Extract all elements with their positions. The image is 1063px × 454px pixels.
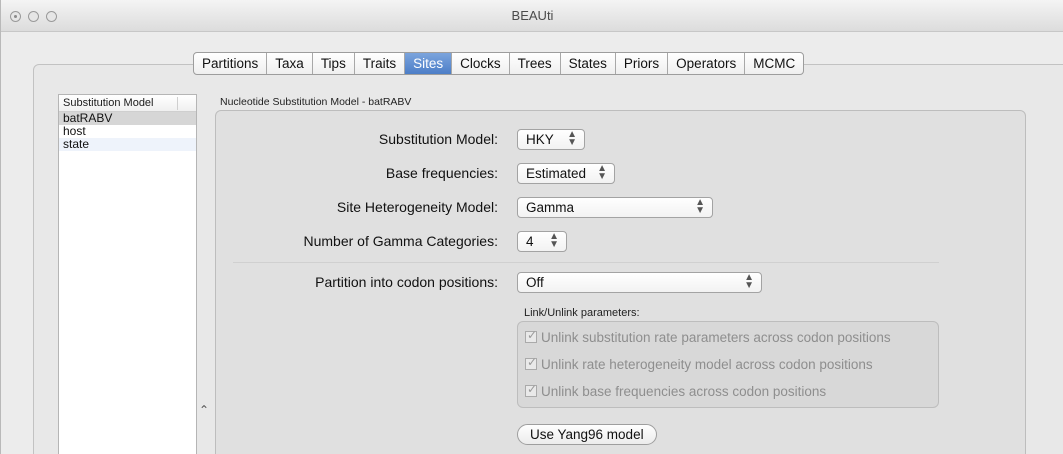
scroll-up-icon[interactable]: ⌃: [199, 403, 209, 417]
codon-partition-select[interactable]: Off ▲ ▼: [517, 272, 762, 293]
checkbox-label: Unlink substitution rate parameters acro…: [541, 330, 891, 345]
divider: [233, 262, 939, 263]
beauti-window: BEAUti Partitions Taxa Tips Traits Sites…: [0, 0, 1063, 454]
base-frequencies-select[interactable]: Estimated ▲ ▼: [517, 163, 615, 184]
tab-clocks[interactable]: Clocks: [451, 53, 509, 74]
tab-states[interactable]: States: [559, 53, 615, 74]
gamma-categories-select[interactable]: 4 ▲ ▼: [517, 231, 567, 252]
unlink-heterogeneity-checkbox[interactable]: Unlink rate heterogeneity model across c…: [525, 355, 873, 372]
link-params-label: Link/Unlink parameters:: [524, 307, 640, 319]
substitution-model-list: Substitution Model batRABV host state: [58, 94, 197, 454]
updown-arrows-icon: ▲ ▼: [597, 163, 607, 182]
tab-tips[interactable]: Tips: [311, 53, 354, 74]
section-title: Nucleotide Substitution Model - batRABV: [220, 96, 412, 108]
tab-operators[interactable]: Operators: [667, 53, 744, 74]
checkbox-icon: [525, 382, 537, 397]
site-heterogeneity-label: Site Heterogeneity Model:: [336, 199, 498, 215]
base-frequencies-value: Estimated: [526, 166, 587, 181]
checkbox-icon: [525, 355, 537, 370]
tab-partitions[interactable]: Partitions: [194, 53, 266, 74]
tab-trees[interactable]: Trees: [508, 53, 560, 74]
site-heterogeneity-select[interactable]: Gamma ▲ ▼: [517, 197, 713, 218]
checkbox-label: Unlink rate heterogeneity model across c…: [541, 357, 873, 372]
tab-traits[interactable]: Traits: [353, 53, 404, 74]
substitution-model-select[interactable]: HKY ▲ ▼: [517, 129, 585, 150]
site-heterogeneity-value: Gamma: [526, 200, 575, 215]
tab-mcmc[interactable]: MCMC: [744, 53, 803, 74]
list-header[interactable]: Substitution Model: [59, 95, 196, 112]
tab-bar: Partitions Taxa Tips Traits Sites Clocks…: [193, 52, 805, 75]
tab-priors[interactable]: Priors: [614, 53, 667, 74]
title-bar: BEAUti: [1, 0, 1063, 32]
updown-arrows-icon: ▲ ▼: [567, 129, 577, 148]
unlink-base-frequencies-checkbox[interactable]: Unlink base frequencies across codon pos…: [525, 382, 827, 399]
substitution-model-label: Substitution Model:: [378, 131, 498, 147]
checkbox-icon: [525, 328, 537, 343]
unlink-substitution-checkbox[interactable]: Unlink substitution rate parameters acro…: [525, 328, 891, 345]
updown-arrows-icon: ▲ ▼: [744, 272, 754, 291]
list-item-state[interactable]: state: [59, 138, 196, 151]
updown-arrows-icon: ▲ ▼: [695, 197, 705, 216]
substitution-model-value: HKY: [526, 132, 554, 147]
tab-taxa[interactable]: Taxa: [266, 53, 312, 74]
base-frequencies-label: Base frequencies:: [385, 165, 498, 181]
updown-arrows-icon: ▲ ▼: [549, 231, 559, 250]
tab-sites[interactable]: Sites: [404, 53, 452, 74]
codon-partition-label: Partition into codon positions:: [315, 274, 498, 290]
use-yang96-button[interactable]: Use Yang96 model: [517, 424, 657, 445]
gamma-categories-value: 4: [526, 234, 534, 249]
window-title: BEAUti: [511, 8, 554, 23]
checkbox-label: Unlink base frequencies across codon pos…: [541, 384, 827, 399]
gamma-categories-label: Number of Gamma Categories:: [303, 233, 498, 249]
codon-partition-value: Off: [526, 275, 544, 290]
